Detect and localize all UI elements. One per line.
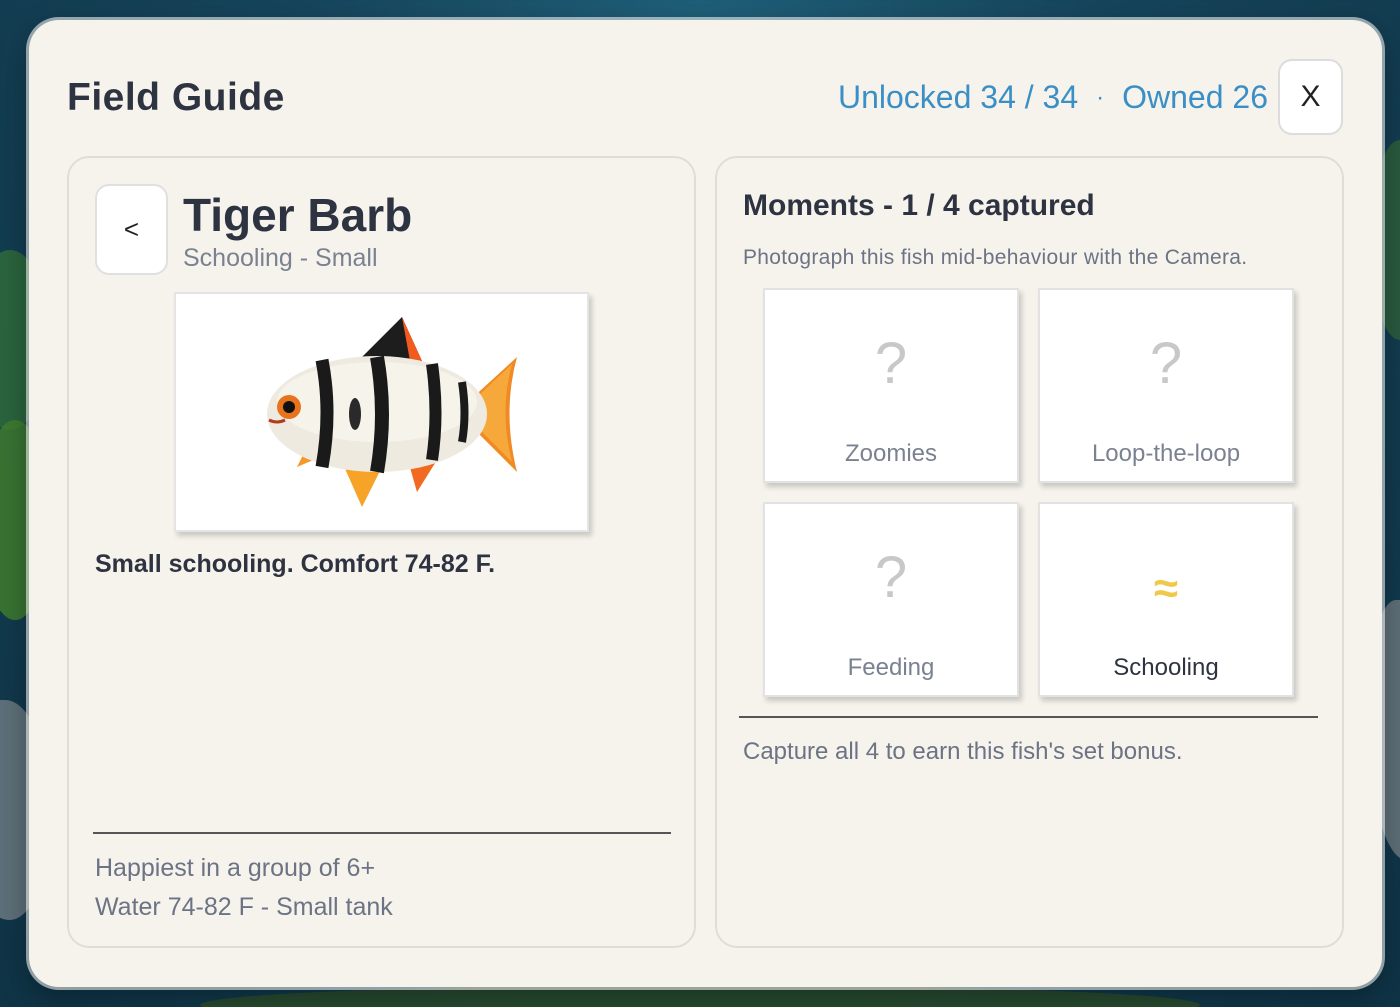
background-plant bbox=[200, 985, 1200, 1007]
field-guide-modal: Field Guide Unlocked 34 / 34 · Owned 26 … bbox=[29, 20, 1382, 987]
fish-fact: Happiest in a group of 6+ bbox=[95, 854, 376, 882]
fish-name: Tiger Barb bbox=[183, 189, 413, 241]
fish-fact: Water 74-82 F - Small tank bbox=[95, 893, 393, 921]
set-bonus-hint: Capture all 4 to earn this fish's set bo… bbox=[743, 738, 1183, 765]
modal-title: Field Guide bbox=[67, 76, 285, 119]
question-mark-icon: ? bbox=[874, 545, 908, 610]
moment-label: Feeding bbox=[847, 654, 935, 681]
moments-title: Moments - 1 / 4 captured bbox=[743, 189, 1095, 222]
fish-portrait bbox=[174, 292, 589, 532]
divider bbox=[93, 832, 671, 834]
back-button[interactable]: < bbox=[95, 184, 168, 275]
moment-label: Zoomies bbox=[844, 440, 938, 467]
moment-card-loop-the-loop[interactable]: ? Loop-the-loop bbox=[1038, 288, 1294, 483]
header-stats: Unlocked 34 / 34 · Owned 26 bbox=[838, 79, 1268, 116]
moment-label: Schooling bbox=[1113, 654, 1219, 681]
stats-separator: · bbox=[1096, 83, 1105, 111]
moments-hint: Photograph this fish mid-behaviour with … bbox=[743, 246, 1248, 269]
fish-subtitle: Schooling - Small bbox=[183, 244, 378, 272]
question-mark-icon: ? bbox=[874, 331, 908, 396]
owned-count: Owned 26 bbox=[1122, 79, 1268, 115]
divider bbox=[739, 716, 1318, 718]
question-mark-icon: ? bbox=[1149, 331, 1183, 396]
wave-icon: ≈ bbox=[1153, 564, 1179, 613]
moment-card-zoomies[interactable]: ? Zoomies bbox=[763, 288, 1019, 483]
moments-panel: Moments - 1 / 4 captured Photograph this… bbox=[715, 156, 1344, 948]
moment-label: Loop-the-loop bbox=[1091, 440, 1241, 467]
close-button[interactable]: X bbox=[1278, 59, 1343, 135]
unlocked-count: Unlocked 34 / 34 bbox=[837, 79, 1079, 115]
moment-card-feeding[interactable]: ? Feeding bbox=[763, 502, 1019, 697]
tiger-barb-illustration bbox=[266, 317, 517, 507]
fish-description: Small schooling. Comfort 74-82 F. bbox=[95, 550, 496, 578]
fish-detail-panel: < Tiger Barb Schooling - Small Small sch… bbox=[67, 156, 696, 948]
moment-card-schooling[interactable]: ≈ Schooling bbox=[1038, 502, 1294, 697]
